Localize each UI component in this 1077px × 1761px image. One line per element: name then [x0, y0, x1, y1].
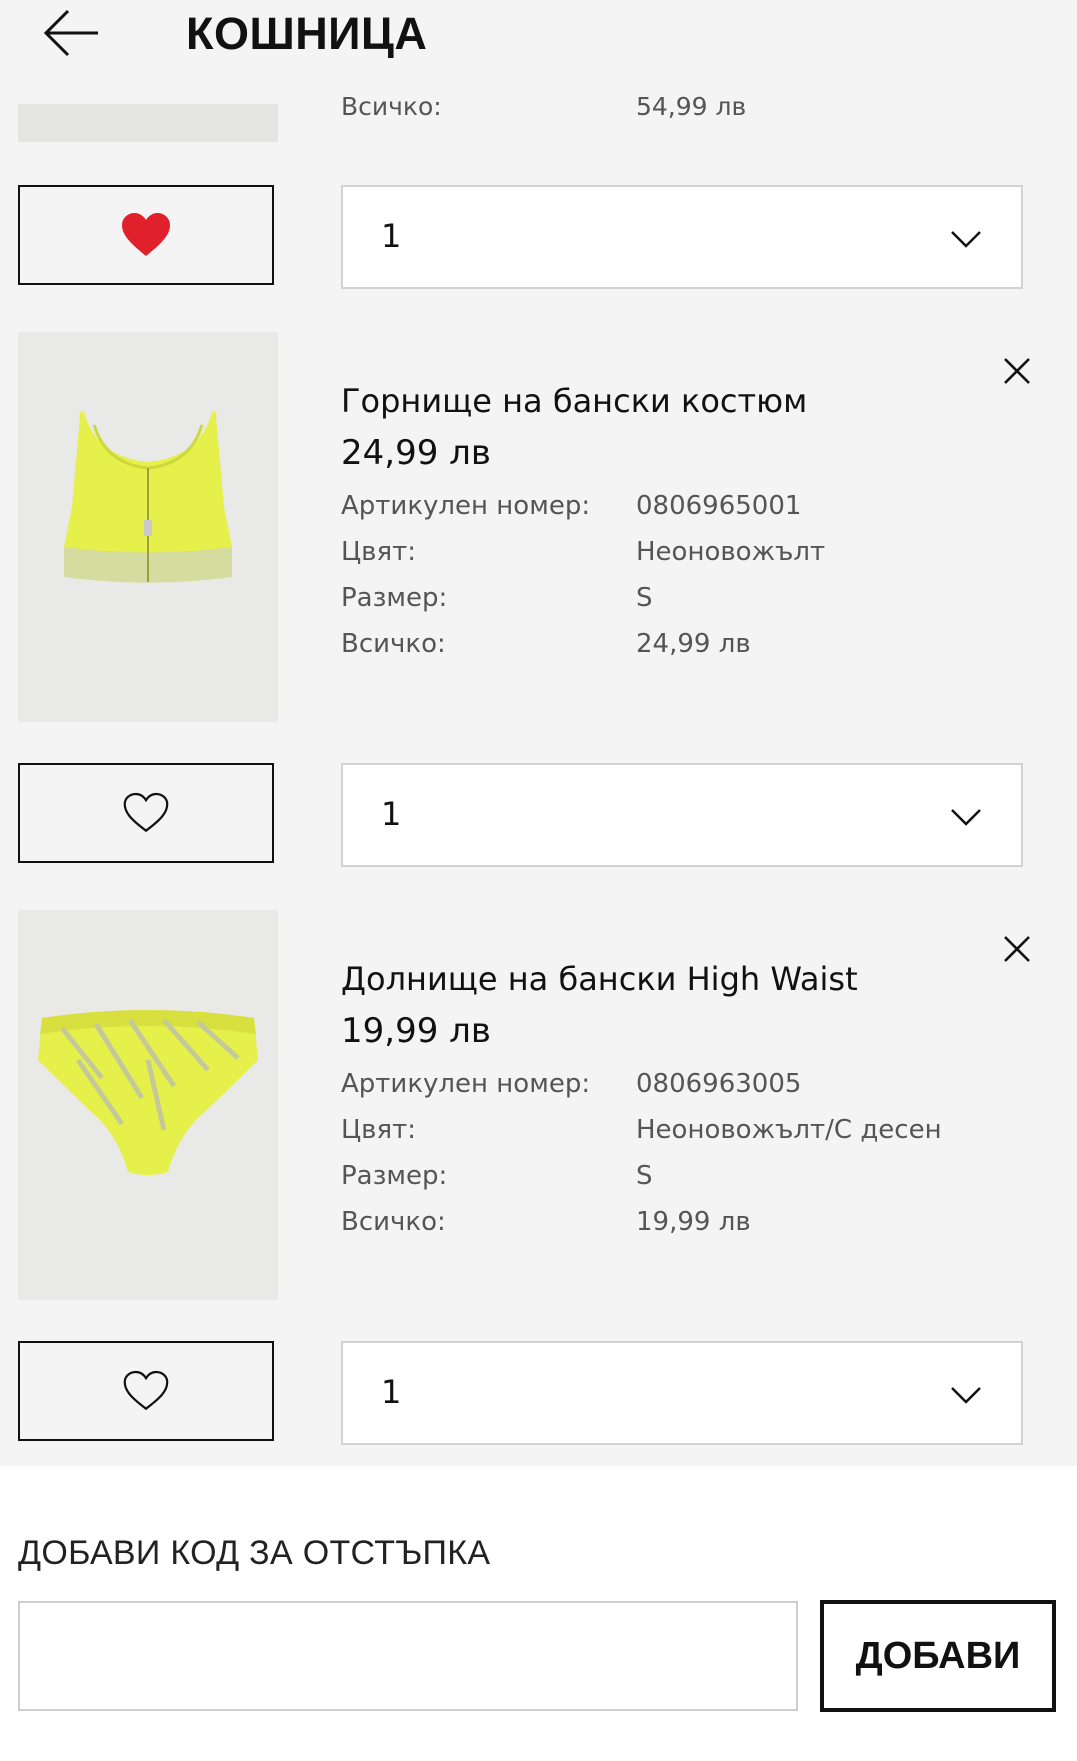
promo-section: ДОБАВИ КОД ЗА ОТСТЪПКА ДОБАВИ [0, 1466, 1077, 1761]
quantity-value: 1 [381, 217, 402, 255]
heart-outline-icon [123, 792, 169, 833]
close-icon [1004, 358, 1030, 384]
promo-code-input[interactable] [18, 1601, 798, 1711]
size-value: S [636, 1161, 653, 1191]
quantity-select[interactable]: 1 [341, 763, 1023, 867]
chevron-down-icon [951, 231, 981, 248]
total-value: 19,99 лв [636, 1207, 751, 1237]
color-value: Неоновожълт/С десен [636, 1115, 942, 1145]
product-price: 19,99 лв [341, 1011, 491, 1051]
header: КОШНИЦА [0, 0, 1077, 78]
product-price: 24,99 лв [341, 433, 491, 473]
article-number-label: Артикулен номер: [341, 491, 591, 521]
remove-item-button[interactable] [998, 930, 1036, 968]
heart-outline-icon [123, 1370, 169, 1411]
favorite-button-previous[interactable] [18, 185, 274, 285]
product-name[interactable]: Долнище на бански High Waist [341, 960, 858, 998]
close-icon [1004, 936, 1030, 962]
size-value: S [636, 583, 653, 613]
size-label: Размер: [341, 583, 448, 613]
swim-top-image [18, 332, 278, 722]
total-value: 24,99 лв [636, 629, 751, 659]
total-label-previous: Всичко: [341, 92, 442, 121]
promo-title: ДОБАВИ КОД ЗА ОТСТЪПКА [18, 1534, 491, 1572]
favorite-button[interactable] [18, 763, 274, 863]
chevron-down-icon [951, 1387, 981, 1404]
page-title: КОШНИЦА [186, 8, 428, 59]
color-label: Цвят: [341, 1115, 417, 1145]
remove-item-button[interactable] [998, 352, 1036, 390]
add-promo-button[interactable]: ДОБАВИ [820, 1600, 1056, 1712]
product-image-swim-top[interactable] [18, 332, 278, 722]
color-value: Неоновожълт [636, 537, 826, 567]
back-button[interactable] [40, 6, 104, 60]
quantity-select[interactable]: 1 [341, 1341, 1023, 1445]
article-number-value: 0806963005 [636, 1069, 802, 1099]
total-label: Всичко: [341, 629, 446, 659]
article-number-value: 0806965001 [636, 491, 802, 521]
quantity-value: 1 [381, 795, 402, 833]
color-label: Цвят: [341, 537, 417, 567]
product-image-previous [18, 104, 278, 142]
product-name[interactable]: Горнище на бански костюм [341, 382, 807, 420]
arrow-left-icon [43, 9, 98, 57]
article-number-label: Артикулен номер: [341, 1069, 591, 1099]
size-label: Размер: [341, 1161, 448, 1191]
quantity-select-previous[interactable]: 1 [341, 185, 1023, 289]
product-image-swim-bottom[interactable] [18, 910, 278, 1300]
swim-bottom-image [18, 910, 278, 1300]
total-value-previous: 54,99 лв [636, 92, 747, 121]
total-label: Всичко: [341, 1207, 446, 1237]
chevron-down-icon [951, 809, 981, 826]
quantity-value: 1 [381, 1373, 402, 1411]
heart-filled-icon [122, 213, 170, 256]
favorite-button[interactable] [18, 1341, 274, 1441]
